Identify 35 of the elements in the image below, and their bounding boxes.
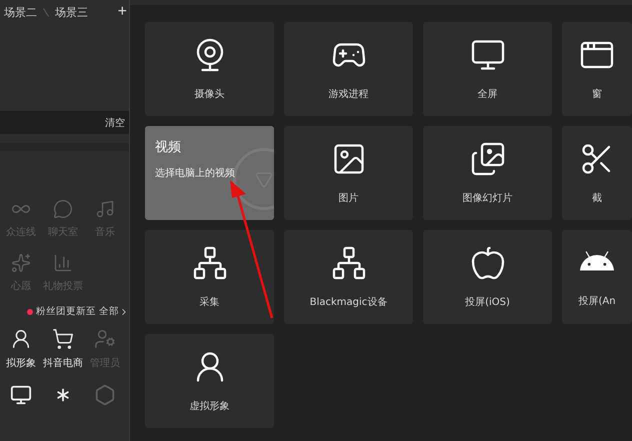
- add-scene-button[interactable]: +: [118, 4, 127, 20]
- widget-button[interactable]: 抖音电商: [42, 328, 84, 370]
- source-tile[interactable]: 投屏(iOS): [423, 230, 552, 324]
- status-dot: [27, 308, 33, 314]
- source-tile[interactable]: 图像幻灯片: [423, 126, 552, 220]
- person-icon: [10, 328, 32, 350]
- fan-notice: 粉丝团更新至: [36, 305, 96, 318]
- scene-tab[interactable]: 场景二: [4, 4, 37, 20]
- lamp-icon: [11, 253, 31, 273]
- source-tile[interactable]: 摄像头: [145, 22, 274, 116]
- source-tile[interactable]: 虚拟形象: [145, 334, 274, 428]
- admin-icon: [94, 328, 116, 350]
- source-tile[interactable]: Blackmagic设备: [284, 230, 413, 324]
- cart-icon: [52, 328, 74, 350]
- scene-tab[interactable]: 场景三: [55, 4, 88, 20]
- apple-icon: [470, 245, 506, 281]
- source-tile[interactable]: 图片: [284, 126, 413, 220]
- bar-chart-icon: [53, 253, 73, 273]
- source-tile[interactable]: 截: [562, 126, 632, 220]
- all-link[interactable]: 全部: [99, 305, 129, 318]
- monitor-icon[interactable]: [10, 384, 32, 406]
- video-source-tile[interactable]: 视频 选择电脑上的视频: [145, 126, 274, 220]
- music-icon: [95, 199, 115, 219]
- separator-icon: [43, 8, 49, 16]
- source-tile[interactable]: 窗: [562, 22, 632, 116]
- chat-icon: [53, 199, 73, 219]
- source-tile[interactable]: 采集: [145, 230, 274, 324]
- hierarchy-icon: [330, 245, 366, 281]
- source-tile[interactable]: 投屏(An: [562, 230, 632, 324]
- hierarchy-icon: [192, 245, 228, 281]
- clear-button[interactable]: 清空: [105, 116, 125, 130]
- source-tile[interactable]: 游戏进程: [284, 22, 413, 116]
- pictures-icon: [470, 141, 506, 177]
- widget-button[interactable]: 拟形象: [0, 328, 42, 370]
- source-tile[interactable]: 全屏: [423, 22, 552, 116]
